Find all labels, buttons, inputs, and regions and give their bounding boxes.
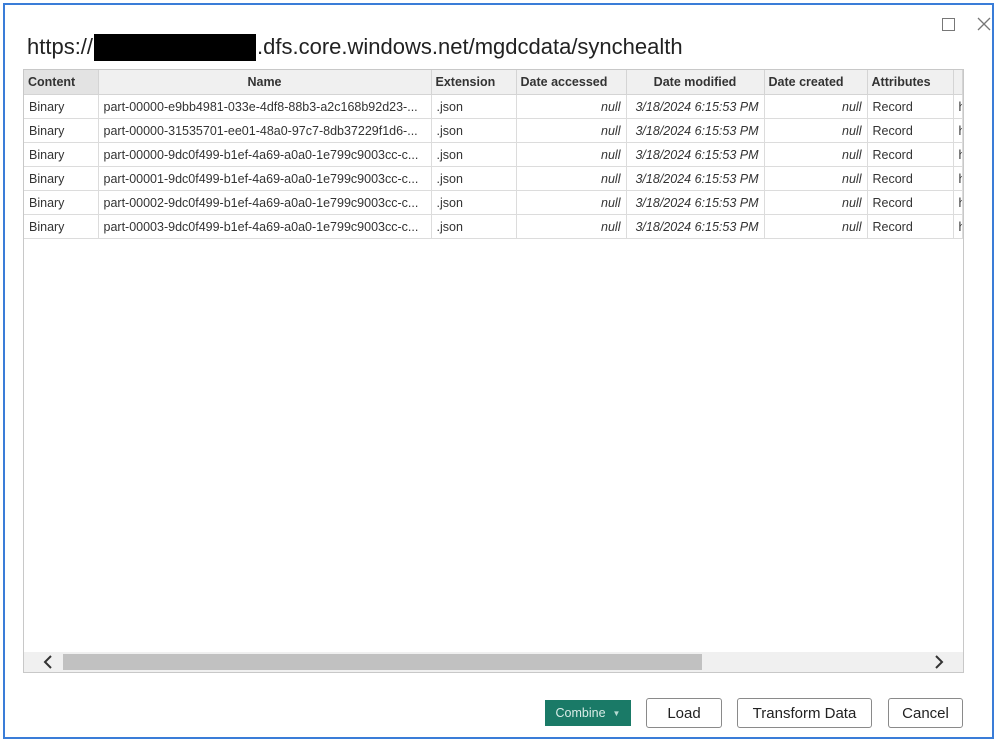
cell-attributes[interactable]: Record [867, 166, 954, 191]
file-table: Content Name Extension Date accessed Dat… [23, 69, 964, 673]
cell-extension: .json [431, 118, 517, 143]
table-header-row: Content Name Extension Date accessed Dat… [24, 70, 963, 95]
dialog-title: https:// .dfs.core.windows.net/mgdcdata/s… [27, 30, 683, 64]
cell-date-created: null [764, 94, 868, 119]
cell-name: part-00001-9dc0f499-b1ef-4a69-a0a0-1e799… [98, 166, 432, 191]
table-row[interactable]: Binary part-00003-9dc0f499-b1ef-4a69-a0a… [24, 214, 963, 239]
column-header-content[interactable]: Content [24, 70, 99, 95]
cell-extension: .json [431, 166, 517, 191]
cell-date-modified: 3/18/2024 6:15:53 PM [626, 214, 765, 239]
combine-button[interactable]: Combine ▼ [545, 700, 631, 726]
cell-attributes[interactable]: Record [867, 190, 954, 215]
cell-attributes[interactable]: Record [867, 94, 954, 119]
combine-label: Combine [555, 706, 606, 720]
column-header-attributes[interactable]: Attributes [867, 70, 954, 95]
cell-date-created: null [764, 118, 868, 143]
cell-truncated: h [953, 142, 963, 167]
cell-date-accessed: null [516, 166, 627, 191]
cell-truncated: h [953, 166, 963, 191]
close-icon [977, 17, 991, 31]
cell-attributes[interactable]: Record [867, 118, 954, 143]
cell-date-created: null [764, 166, 868, 191]
cell-name: part-00000-e9bb4981-033e-4df8-88b3-a2c16… [98, 94, 432, 119]
cell-name: part-00000-31535701-ee01-48a0-97c7-8db37… [98, 118, 432, 143]
cell-date-accessed: null [516, 94, 627, 119]
cell-content[interactable]: Binary [24, 142, 99, 167]
cancel-button[interactable]: Cancel [888, 698, 963, 728]
horizontal-scrollbar[interactable] [24, 652, 963, 672]
title-suffix: .dfs.core.windows.net/mgdcdata/synchealt… [257, 34, 683, 59]
scroll-left-button[interactable] [38, 652, 58, 672]
cell-extension: .json [431, 190, 517, 215]
cell-content[interactable]: Binary [24, 214, 99, 239]
cell-content[interactable]: Binary [24, 118, 99, 143]
cell-date-modified: 3/18/2024 6:15:53 PM [626, 118, 765, 143]
cell-date-created: null [764, 190, 868, 215]
table-row[interactable]: Binary part-00000-9dc0f499-b1ef-4a69-a0a… [24, 142, 963, 167]
cell-extension: .json [431, 94, 517, 119]
column-header-date-accessed[interactable]: Date accessed [516, 70, 627, 95]
cell-date-accessed: null [516, 118, 627, 143]
redacted-block [94, 33, 257, 61]
column-header-extension[interactable]: Extension [431, 70, 517, 95]
cell-extension: .json [431, 142, 517, 167]
cell-content[interactable]: Binary [24, 190, 99, 215]
maximize-icon [941, 17, 955, 31]
cell-date-accessed: null [516, 142, 627, 167]
cell-truncated: h [953, 190, 963, 215]
maximize-button[interactable] [935, 11, 961, 37]
cell-name: part-00002-9dc0f499-b1ef-4a69-a0a0-1e799… [98, 190, 432, 215]
cell-name: part-00000-9dc0f499-b1ef-4a69-a0a0-1e799… [98, 142, 432, 167]
caret-down-icon: ▼ [612, 708, 621, 718]
table-row[interactable]: Binary part-00001-9dc0f499-b1ef-4a69-a0a… [24, 166, 963, 191]
cell-date-modified: 3/18/2024 6:15:53 PM [626, 142, 765, 167]
title-prefix: https:// [27, 34, 94, 59]
cell-attributes[interactable]: Record [867, 142, 954, 167]
scroll-right-button[interactable] [929, 652, 949, 672]
cell-content[interactable]: Binary [24, 94, 99, 119]
load-button[interactable]: Load [646, 698, 722, 728]
chevron-left-icon [43, 655, 52, 669]
table-row[interactable]: Binary part-00000-31535701-ee01-48a0-97c… [24, 118, 963, 143]
table-row[interactable]: Binary part-00002-9dc0f499-b1ef-4a69-a0a… [24, 190, 963, 215]
column-header-name[interactable]: Name [98, 70, 432, 95]
table-row[interactable]: Binary part-00000-e9bb4981-033e-4df8-88b… [24, 94, 963, 119]
column-header-date-created[interactable]: Date created [764, 70, 868, 95]
column-header-truncated [953, 70, 963, 95]
cell-date-modified: 3/18/2024 6:15:53 PM [626, 166, 765, 191]
close-button[interactable] [971, 11, 997, 37]
cell-truncated: h [953, 94, 963, 119]
cell-date-created: null [764, 214, 868, 239]
chevron-right-icon [935, 655, 944, 669]
cell-truncated: h [953, 214, 963, 239]
cell-name: part-00003-9dc0f499-b1ef-4a69-a0a0-1e799… [98, 214, 432, 239]
transform-data-button[interactable]: Transform Data [737, 698, 872, 728]
cell-extension: .json [431, 214, 517, 239]
cell-attributes[interactable]: Record [867, 214, 954, 239]
cell-date-accessed: null [516, 190, 627, 215]
cell-date-modified: 3/18/2024 6:15:53 PM [626, 190, 765, 215]
cell-truncated: h [953, 118, 963, 143]
cell-date-modified: 3/18/2024 6:15:53 PM [626, 94, 765, 119]
column-header-date-modified[interactable]: Date modified [626, 70, 765, 95]
cell-date-created: null [764, 142, 868, 167]
scrollbar-thumb[interactable] [63, 654, 702, 670]
cell-date-accessed: null [516, 214, 627, 239]
cell-content[interactable]: Binary [24, 166, 99, 191]
